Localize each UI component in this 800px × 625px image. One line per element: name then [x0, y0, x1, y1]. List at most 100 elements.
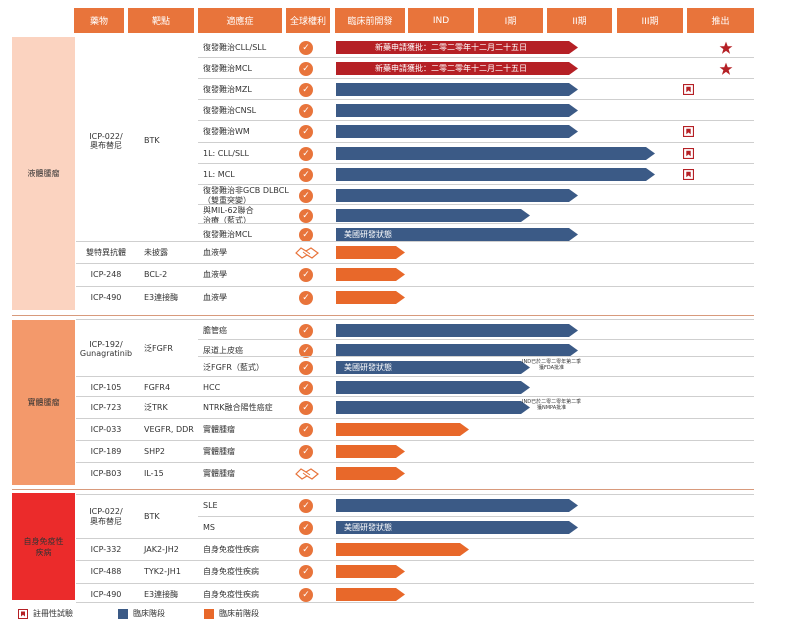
- global-rights-check-icon: ✓: [299, 323, 313, 338]
- indication: SLE: [203, 500, 218, 510]
- drug-name: ICP-105: [90, 382, 122, 392]
- drug-name: ICP-033: [90, 424, 122, 434]
- header-0: 藥物: [74, 8, 124, 33]
- indication: 血液學: [203, 247, 227, 257]
- header-7: II期: [547, 8, 612, 33]
- legend-clinical: 臨床階段: [118, 608, 165, 619]
- pipeline-chart: 藥物 靶點 適應症 全球權利 臨床前開發 IND I期 II期 III期 推出 液體腫瘤 實體腫瘤自…: [0, 0, 800, 625]
- target-name: BTK: [144, 511, 160, 521]
- global-rights-check-icon: ✓: [299, 146, 313, 161]
- progress-bar: [336, 83, 578, 96]
- progress-bar: [336, 423, 469, 436]
- drug-name: ICP-192/Gunagratinib: [79, 339, 133, 358]
- legend-registrational: 註冊性試驗: [18, 608, 73, 619]
- indication: 1L: CLL/SLL: [203, 148, 249, 158]
- header-6: I期: [478, 8, 543, 33]
- category-2: 自身免疫性 疾病: [12, 493, 75, 600]
- drug-name: 雙特異抗體: [86, 247, 126, 257]
- progress-bar-label: 美國研發狀態: [344, 363, 392, 372]
- progress-bar: [336, 467, 405, 480]
- progress-bar: [336, 588, 405, 601]
- progress-bar: [336, 565, 405, 578]
- global-rights-check-icon: ✓: [299, 61, 313, 76]
- row-line: [198, 516, 754, 517]
- drug-name: ICP-189: [90, 446, 122, 456]
- legend-preclinical: 臨床前階段: [204, 608, 259, 619]
- global-rights-check-icon: ✓: [299, 227, 313, 242]
- bar-note: IND已於二零二零年第二季 獲NMPA批准: [522, 399, 582, 412]
- indication: HCC: [203, 382, 221, 392]
- global-rights-check-icon: ✓: [299, 360, 313, 375]
- row-group-line: [76, 462, 754, 463]
- handshake-icon: [295, 467, 319, 480]
- indication: 血液學: [203, 269, 227, 279]
- global-rights-check-icon: ✓: [299, 103, 313, 118]
- section-divider: [12, 315, 754, 316]
- indication: 血液學: [203, 292, 227, 302]
- target-name: BTK: [144, 136, 160, 146]
- row-group-line: [76, 319, 754, 320]
- progress-bar: [336, 125, 578, 138]
- header-3: 全球權利: [286, 8, 330, 33]
- progress-bar: 美國研發狀態: [336, 228, 578, 241]
- approved-star-icon: [719, 62, 733, 75]
- row-group-line: [76, 418, 754, 419]
- progress-bar: 新藥申請獲批：二零二零年十二月二十五日: [336, 41, 578, 54]
- target-name: 泛TRK: [144, 402, 168, 412]
- row-line: [198, 339, 754, 340]
- global-rights-check-icon: ✓: [299, 444, 313, 459]
- progress-bar: 美國研發狀態: [336, 361, 530, 374]
- row-group-line: [76, 376, 754, 377]
- progress-bar: 新藥申請獲批：二零二零年十二月二十五日: [336, 62, 578, 75]
- global-rights-check-icon: ✓: [299, 208, 313, 223]
- row-group-line: [76, 263, 754, 264]
- global-rights-check-icon: ✓: [299, 40, 313, 55]
- progress-bar: [336, 543, 469, 556]
- progress-bar-label: 美國研發狀態: [344, 523, 392, 532]
- registrational-flag-icon: [18, 608, 28, 619]
- progress-bar: [336, 445, 405, 458]
- bar-note: IND已於二零二零年第二季 獲FDA批准: [522, 359, 582, 372]
- drug-name: ICP-022/奧布替尼: [89, 507, 123, 526]
- progress-bar: [336, 189, 578, 202]
- target-name: IL-15: [144, 468, 164, 478]
- row-line: [198, 163, 754, 164]
- global-rights-check-icon: ✓: [299, 82, 313, 97]
- indication: 實體腫瘤: [203, 446, 235, 456]
- progress-bar: [336, 268, 405, 281]
- header-9: 推出: [687, 8, 754, 33]
- row-group-line: [76, 440, 754, 441]
- global-rights-check-icon: ✓: [299, 167, 313, 182]
- row-line: [198, 120, 754, 121]
- target-name: E3連接酶: [144, 292, 179, 302]
- progress-bar: [336, 499, 578, 512]
- target-name: JAK2-JH2: [144, 544, 179, 554]
- global-rights-check-icon: ✓: [299, 380, 313, 395]
- drug-name: ICP-332: [90, 544, 122, 554]
- header-5: IND: [408, 8, 474, 33]
- progress-bar: [336, 209, 530, 222]
- indication: 復發難治WM: [203, 126, 250, 136]
- registrational-flag-icon: [683, 148, 694, 159]
- progress-bar: [336, 324, 578, 337]
- global-rights-check-icon: ✓: [299, 587, 313, 602]
- global-rights-check-icon: ✓: [299, 124, 313, 139]
- row-group-line: [76, 560, 754, 561]
- row-line: [198, 99, 754, 100]
- progress-bar: 美國研發狀態: [336, 521, 578, 534]
- progress-bar: [336, 401, 530, 414]
- progress-bar: [336, 104, 578, 117]
- global-rights-check-icon: ✓: [299, 520, 313, 535]
- global-rights-check-icon: ✓: [299, 422, 313, 437]
- row-line: [198, 57, 754, 58]
- legend-clinical-swatch: [118, 608, 128, 619]
- global-rights-check-icon: ✓: [299, 400, 313, 415]
- drug-name: ICP-B03: [90, 468, 122, 478]
- header-4: 臨床前開發: [335, 8, 405, 33]
- drug-name: ICP-488: [90, 566, 122, 576]
- indication: 自身免疫性疾病: [203, 566, 259, 576]
- progress-bar-label: 新藥申請獲批：二零二零年十二月二十五日: [375, 64, 527, 73]
- indication: 復發難治CLL/SLL: [203, 42, 267, 52]
- progress-bar: [336, 168, 655, 181]
- target-name: 未披露: [144, 247, 168, 257]
